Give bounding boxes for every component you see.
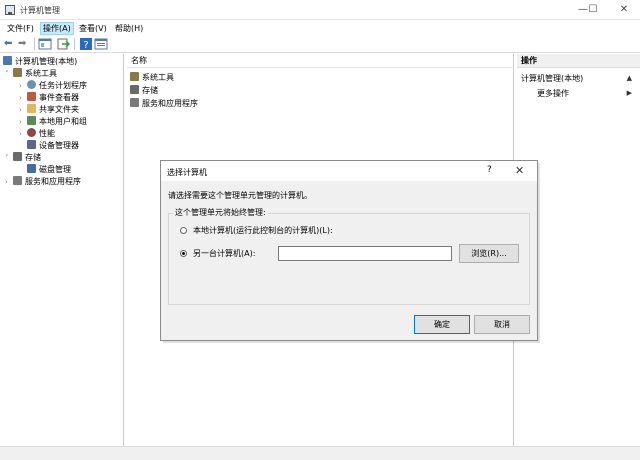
tree-item-disk-management[interactable]: 磁盘管理 <box>27 164 71 176</box>
properties-icon[interactable] <box>94 37 108 51</box>
tree-item-system-tools[interactable]: ˅ 系统工具 <box>5 68 57 80</box>
tree-item-label: 设备管理器 <box>39 141 79 150</box>
show-tree-icon[interactable] <box>38 37 52 51</box>
submenu-arrow-icon: ▶ <box>626 89 632 97</box>
tree-item-label: 性能 <box>39 129 55 138</box>
navigation-tree: 计算机管理(本地) ˅ 系统工具 › 任务计划程序 › 事件查看器 › 共享文件夹 › 本… <box>0 54 124 446</box>
action-more-actions[interactable]: 更多操作 ▶ <box>537 87 638 100</box>
dialog-prompt: 请选择需要这个管理单元管理的计算机。 <box>168 191 312 200</box>
chevron-right-icon[interactable]: › <box>19 104 27 116</box>
storage-icon <box>13 152 22 161</box>
dialog-title: 选择计算机 <box>167 168 207 177</box>
tree-item-task-scheduler[interactable]: › 任务计划程序 <box>19 80 87 92</box>
tree-item-services-and-apps[interactable]: › 服务和应用程序 <box>5 176 81 188</box>
menu-view[interactable]: 查看(V) <box>77 22 109 35</box>
browse-button[interactable]: 浏览(R)... <box>459 244 519 263</box>
action-more-label: 更多操作 <box>537 89 569 98</box>
chevron-right-icon[interactable]: › <box>19 116 27 128</box>
computer-management-icon <box>5 5 15 15</box>
users-icon <box>27 116 36 125</box>
tree-item-label: 共享文件夹 <box>39 105 79 114</box>
collapse-arrow-icon[interactable]: ▲ <box>627 72 632 85</box>
column-header-name[interactable]: 名称 <box>127 54 514 68</box>
tree-item-performance[interactable]: › 性能 <box>19 128 55 140</box>
tree-item-label: 事件查看器 <box>39 93 79 102</box>
list-item-system-tools[interactable]: 系统工具 <box>130 71 174 84</box>
storage-icon <box>130 85 139 94</box>
list-item-label: 系统工具 <box>142 73 174 82</box>
close-icon[interactable]: ✕ <box>515 164 524 177</box>
svg-text:?: ? <box>83 40 88 51</box>
clock-icon <box>27 80 36 89</box>
tree-item-computer-management[interactable]: 计算机管理(本地) <box>3 56 77 68</box>
tree-item-shared-folders[interactable]: › 共享文件夹 <box>19 104 79 116</box>
close-button[interactable]: ✕ <box>608 0 640 20</box>
tree-item-local-users[interactable]: › 本地用户和组 <box>19 116 87 128</box>
system-tools-icon <box>13 68 22 77</box>
device-manager-icon <box>27 140 36 149</box>
performance-icon <box>27 128 36 137</box>
toolbar: ⬅ ➡ ? <box>0 35 640 53</box>
window-title: 计算机管理 <box>20 6 60 15</box>
tree-item-label: 计算机管理(本地) <box>15 57 78 66</box>
forward-arrow-icon[interactable]: ➡ <box>18 37 32 51</box>
list-item-label: 存储 <box>142 86 158 95</box>
radio-local-label[interactable]: 本地计算机(运行此控制台的计算机)(L): <box>193 225 333 236</box>
computer-management-icon <box>3 56 12 65</box>
ok-button[interactable]: 确定 <box>414 315 470 334</box>
tree-item-label: 服务和应用程序 <box>25 177 81 186</box>
help-icon[interactable]: ? <box>487 165 492 175</box>
tree-item-storage[interactable]: ˅ 存储 <box>5 152 41 164</box>
menu-file[interactable]: 文件(F) <box>5 22 36 35</box>
disk-icon <box>27 164 36 173</box>
list-item-storage[interactable]: 存储 <box>130 84 158 97</box>
tree-item-label: 系统工具 <box>25 69 57 78</box>
action-group-computer-management[interactable]: 计算机管理(本地) ▲ <box>521 72 638 85</box>
status-bar <box>0 446 640 460</box>
radio-another-label[interactable]: 另一台计算机(A): <box>193 248 255 259</box>
menu-help[interactable]: 帮助(H) <box>113 22 145 35</box>
help-icon[interactable]: ? <box>79 37 93 51</box>
maximize-button[interactable]: ☐ <box>578 0 608 20</box>
tree-item-label: 磁盘管理 <box>39 165 71 174</box>
toolbar-separator <box>74 38 75 50</box>
chevron-right-icon[interactable]: › <box>19 80 27 92</box>
tree-item-label: 存储 <box>25 153 41 162</box>
chevron-down-icon[interactable]: ˅ <box>5 152 13 164</box>
toolbar-separator <box>34 38 35 50</box>
list-item-label: 服务和应用程序 <box>142 99 198 108</box>
services-icon <box>13 176 22 185</box>
chevron-right-icon[interactable]: › <box>5 176 13 188</box>
select-computer-dialog: 选择计算机 ? ✕ 请选择需要这个管理单元管理的计算机。 这个管理单元将始终管理… <box>160 160 538 341</box>
tree-item-label: 本地用户和组 <box>39 117 87 126</box>
back-arrow-icon[interactable]: ⬅ <box>4 37 18 51</box>
dialog-title-bar: 选择计算机 ? ✕ <box>161 161 537 181</box>
tree-item-device-manager[interactable]: 设备管理器 <box>27 140 79 152</box>
radio-local-computer[interactable] <box>180 227 187 234</box>
chevron-down-icon[interactable]: ˅ <box>5 68 13 80</box>
system-tools-icon <box>130 72 139 81</box>
group-label: 这个管理单元将始终管理: <box>173 207 268 218</box>
chevron-right-icon[interactable]: › <box>19 128 27 140</box>
event-viewer-icon <box>27 92 36 101</box>
tree-item-label: 任务计划程序 <box>39 81 87 90</box>
list-item-services-and-apps[interactable]: 服务和应用程序 <box>130 97 198 110</box>
computer-name-input[interactable] <box>278 246 452 261</box>
title-bar: 计算机管理 — ☐ ✕ <box>0 0 640 20</box>
services-icon <box>130 98 139 107</box>
chevron-right-icon[interactable]: › <box>19 92 27 104</box>
menu-bar: 文件(F) 操作(A) 查看(V) 帮助(H) <box>0 20 640 35</box>
actions-header: 操作 <box>517 54 640 68</box>
export-icon[interactable] <box>56 37 71 51</box>
radio-another-computer[interactable] <box>180 250 187 257</box>
cancel-button[interactable]: 取消 <box>474 315 530 334</box>
action-group-label: 计算机管理(本地) <box>521 74 584 83</box>
menu-action[interactable]: 操作(A) <box>40 22 74 35</box>
shared-folder-icon <box>27 104 36 113</box>
tree-item-event-viewer[interactable]: › 事件查看器 <box>19 92 79 104</box>
